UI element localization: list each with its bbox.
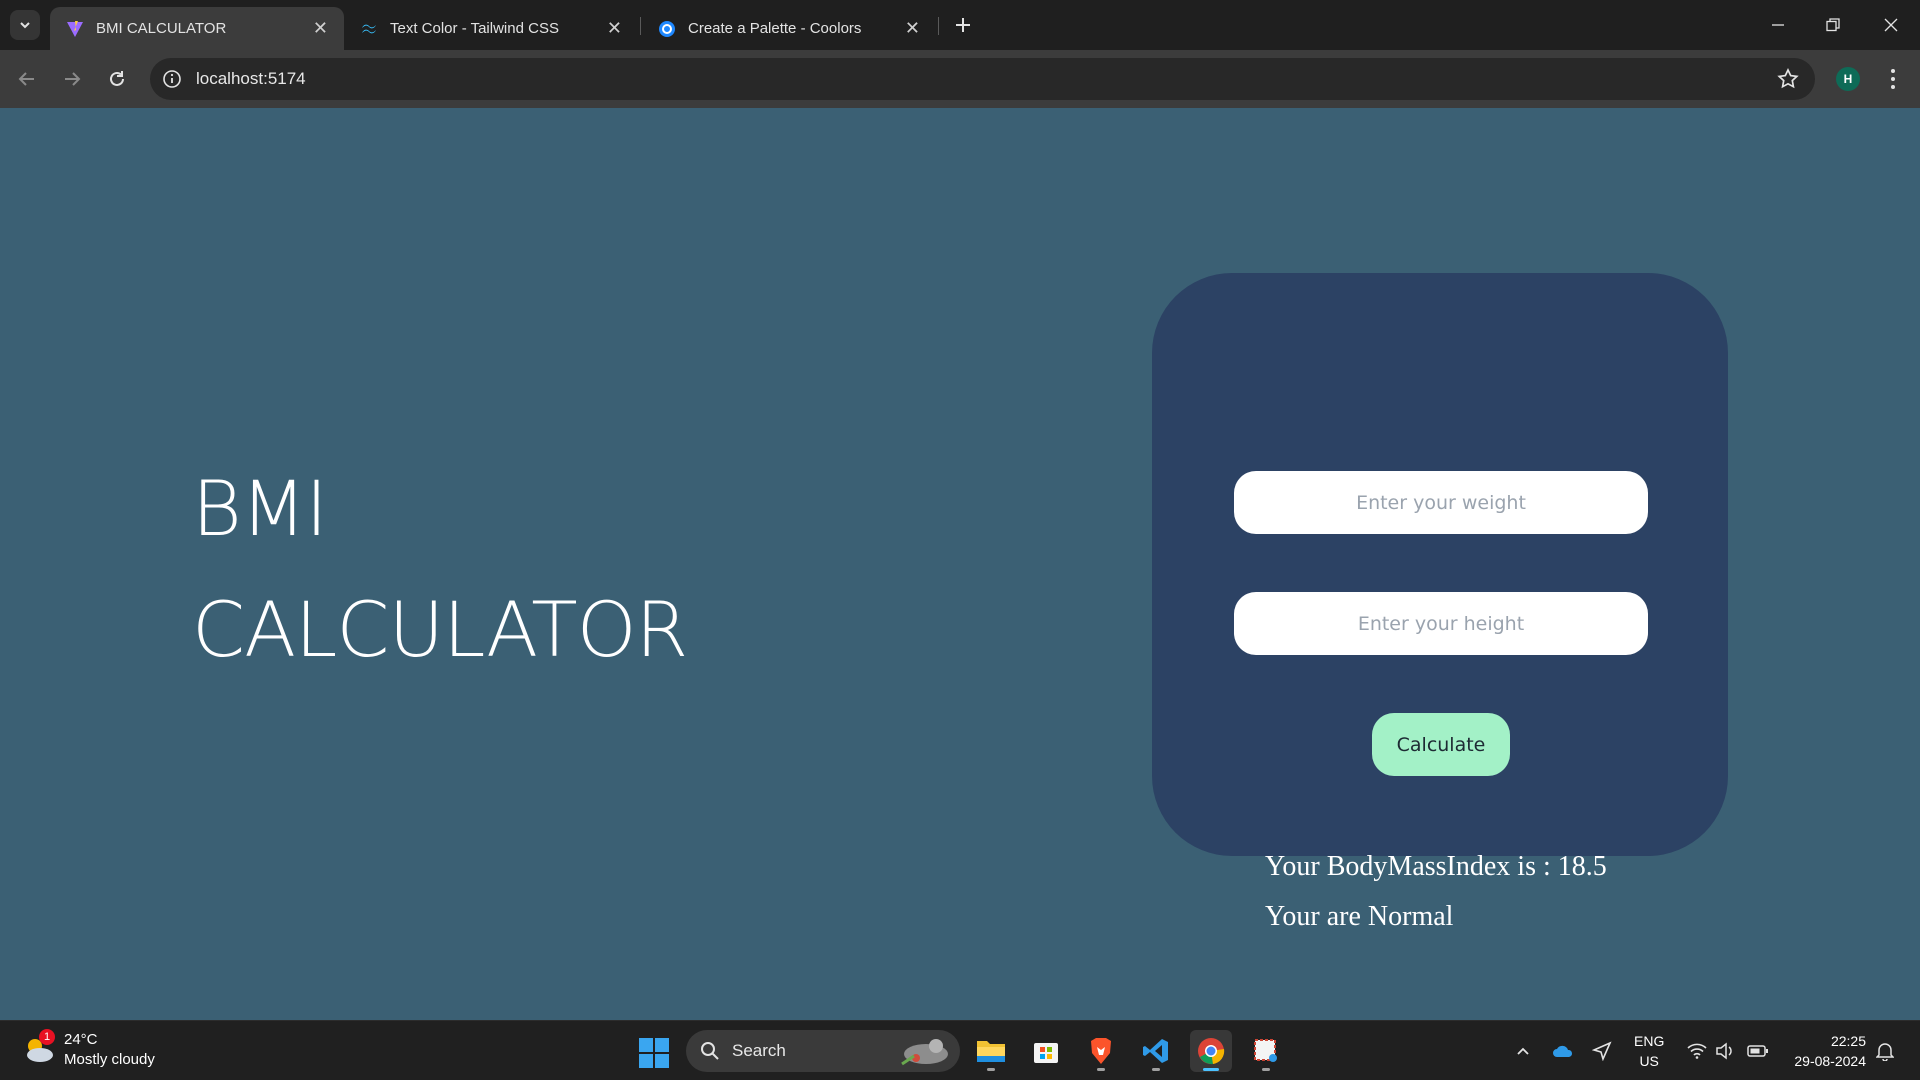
tab-coolors[interactable]: Create a Palette - Coolors ✕ bbox=[642, 7, 936, 50]
language-region: US bbox=[1639, 1053, 1659, 1069]
notifications-button[interactable] bbox=[1873, 1039, 1897, 1063]
weather-alert-badge: 1 bbox=[39, 1029, 55, 1045]
windows-logo-icon bbox=[639, 1038, 669, 1068]
reload-icon bbox=[110, 71, 124, 86]
taskbar-snipping-tool[interactable] bbox=[1245, 1030, 1287, 1072]
minimize-icon bbox=[1772, 24, 1784, 26]
restore-icon bbox=[1826, 18, 1840, 32]
tailwind-icon bbox=[362, 24, 376, 33]
running-indicator bbox=[1097, 1068, 1105, 1071]
browser-toolbar: localhost:5174 H bbox=[0, 50, 1920, 108]
close-icon[interactable]: ✕ bbox=[905, 18, 920, 39]
microsoft-store-icon bbox=[1034, 1043, 1058, 1063]
tab-separator bbox=[640, 17, 641, 35]
show-hidden-icons-button[interactable] bbox=[1511, 1039, 1535, 1063]
location-arrow-icon bbox=[1592, 1041, 1612, 1061]
weight-input[interactable] bbox=[1234, 471, 1648, 534]
close-icon[interactable]: ✕ bbox=[607, 18, 622, 39]
taskbar-vscode[interactable] bbox=[1135, 1030, 1177, 1072]
clock-date: 29-08-2024 bbox=[1794, 1053, 1866, 1069]
search-icon bbox=[700, 1041, 720, 1066]
running-indicator bbox=[987, 1068, 995, 1071]
forward-button[interactable] bbox=[59, 66, 85, 92]
coolors-icon bbox=[659, 20, 675, 37]
url-text[interactable]: localhost:5174 bbox=[196, 69, 306, 89]
restore-button[interactable] bbox=[1813, 8, 1853, 42]
taskbar-brave[interactable] bbox=[1080, 1030, 1122, 1072]
brave-icon bbox=[1091, 1038, 1111, 1064]
height-input[interactable] bbox=[1234, 592, 1648, 655]
wifi-icon bbox=[1687, 1043, 1707, 1059]
chevron-down-icon bbox=[20, 22, 30, 29]
tab-bmi-calculator[interactable]: BMI CALCULATOR ✕ bbox=[50, 7, 344, 50]
taskbar: 1 24°C Mostly cloudy Search ENG US 22:25… bbox=[0, 1020, 1920, 1080]
vscode-icon bbox=[1143, 1039, 1168, 1063]
site-info-icon[interactable] bbox=[162, 69, 182, 94]
language-indicator[interactable]: ENG US bbox=[1634, 1031, 1664, 1071]
speaker-icon bbox=[1716, 1042, 1732, 1060]
bookmark-star-icon[interactable] bbox=[1777, 68, 1799, 95]
profile-avatar[interactable]: H bbox=[1836, 67, 1860, 91]
weather-condition: Mostly cloudy bbox=[64, 1051, 155, 1068]
tab-title: Text Color - Tailwind CSS bbox=[390, 20, 559, 37]
arrow-right-icon bbox=[65, 72, 81, 86]
back-button[interactable] bbox=[14, 66, 40, 92]
calculate-button[interactable]: Calculate bbox=[1372, 713, 1510, 776]
clock-time: 22:25 bbox=[1830, 1033, 1866, 1049]
volume-tray[interactable] bbox=[1713, 1039, 1737, 1063]
browser-menu-button[interactable] bbox=[1886, 64, 1900, 94]
running-indicator bbox=[1203, 1068, 1219, 1071]
running-indicator bbox=[1262, 1068, 1270, 1071]
bell-icon bbox=[1876, 1043, 1894, 1061]
tab-tailwind[interactable]: Text Color - Tailwind CSS ✕ bbox=[344, 7, 638, 50]
search-highlight-icon bbox=[901, 1039, 948, 1066]
taskbar-file-explorer[interactable] bbox=[970, 1030, 1012, 1072]
minimize-button[interactable] bbox=[1758, 8, 1798, 42]
tab-separator bbox=[938, 17, 939, 35]
taskbar-microsoft-store[interactable] bbox=[1025, 1030, 1067, 1072]
language-code: ENG bbox=[1634, 1033, 1665, 1049]
tab-search-button[interactable] bbox=[10, 10, 40, 40]
reload-button[interactable] bbox=[104, 66, 130, 92]
bmi-form-card: Calculate Your BodyMassIndex is : 18.5 Y… bbox=[1152, 273, 1728, 932]
plus-icon bbox=[956, 18, 970, 32]
taskbar-search[interactable]: Search bbox=[686, 1030, 960, 1072]
battery-icon bbox=[1747, 1045, 1768, 1057]
chevron-up-icon bbox=[1517, 1047, 1529, 1055]
chrome-icon bbox=[1198, 1038, 1225, 1065]
address-bar[interactable]: localhost:5174 bbox=[150, 58, 1815, 100]
weather-temp: 24°C bbox=[64, 1031, 98, 1048]
taskbar-clock[interactable]: 22:25 29-08-2024 bbox=[1780, 1031, 1866, 1071]
running-indicator bbox=[1152, 1068, 1160, 1071]
bmi-result-text: Your BodyMassIndex is : 18.5 bbox=[1265, 851, 1607, 882]
bmi-status-text: Your are Normal bbox=[1265, 901, 1454, 932]
taskbar-chrome[interactable] bbox=[1190, 1030, 1232, 1072]
start-button[interactable] bbox=[638, 1037, 670, 1069]
close-icon bbox=[1884, 18, 1898, 32]
hero-title-line-1: BMI bbox=[192, 464, 328, 553]
close-icon[interactable]: ✕ bbox=[313, 18, 328, 39]
onedrive-cloud-icon bbox=[1553, 1045, 1573, 1057]
close-window-button[interactable] bbox=[1871, 8, 1911, 42]
hero-title-line-2: CALCULATOR bbox=[192, 585, 688, 674]
new-tab-button[interactable] bbox=[950, 12, 976, 38]
tab-title: Create a Palette - Coolors bbox=[688, 20, 862, 37]
battery-tray[interactable] bbox=[1746, 1039, 1770, 1063]
tab-strip: BMI CALCULATOR ✕ Text Color - Tailwind C… bbox=[0, 0, 1920, 50]
wifi-tray[interactable] bbox=[1685, 1039, 1709, 1063]
more-vertical-icon bbox=[1891, 69, 1895, 89]
snipping-tool-icon bbox=[1254, 1039, 1277, 1062]
arrow-left-icon bbox=[18, 72, 34, 86]
vite-icon bbox=[67, 20, 83, 37]
file-explorer-icon bbox=[977, 1041, 1005, 1062]
page-content: BMI CALCULATOR Calculate Your BodyMassIn… bbox=[0, 108, 1920, 1020]
location-tray[interactable] bbox=[1590, 1039, 1614, 1063]
search-label: Search bbox=[732, 1041, 786, 1060]
tab-title: BMI CALCULATOR bbox=[96, 20, 227, 37]
onedrive-tray[interactable] bbox=[1551, 1039, 1575, 1063]
